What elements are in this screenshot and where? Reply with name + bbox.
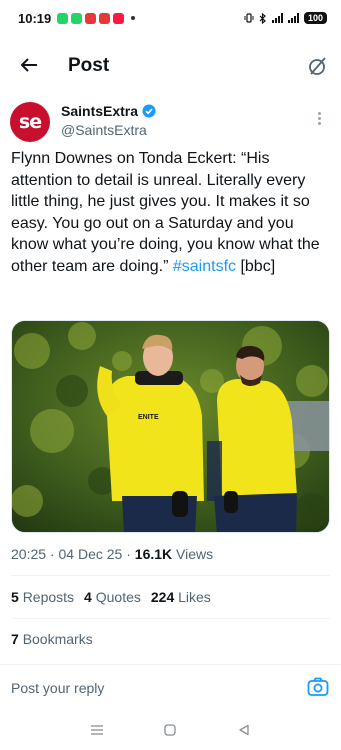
vibrate-icon: [244, 13, 254, 23]
menu-icon: [90, 725, 103, 735]
more-dot-icon: [317, 111, 321, 115]
views-label: Views: [172, 546, 214, 562]
camera-icon: [307, 677, 329, 696]
engagement-stats: 5 Reposts 4 Quotes 224 Likes: [11, 589, 211, 605]
hashtag-link[interactable]: #saintsfc: [173, 258, 236, 275]
bluetooth-icon: [259, 12, 266, 24]
whatsapp-icon: [71, 12, 83, 24]
battery-icon: 100: [303, 12, 327, 24]
quotes-label: Quotes: [95, 589, 141, 605]
system-nav-bar: [0, 710, 341, 750]
tweet-date: 04 Dec 25: [58, 546, 123, 562]
notification-icons: [57, 12, 136, 24]
signal-icon: [271, 13, 283, 23]
divider: [11, 618, 330, 619]
whatsapp-icon: [57, 12, 69, 24]
tweet-time: 20:25: [11, 546, 47, 562]
camera-button[interactable]: [306, 675, 330, 699]
likes-stat[interactable]: 224 Likes: [151, 589, 211, 605]
tweet-body: Flynn Downes on Tonda Eckert: “His atten…: [11, 150, 320, 275]
reposts-count: 5: [11, 589, 19, 605]
grok-icon: [309, 57, 326, 75]
tweet-text: Flynn Downes on Tonda Eckert: “His atten…: [11, 148, 333, 277]
grok-button[interactable]: [303, 52, 331, 80]
more-dot-icon: [317, 121, 321, 125]
quotes-stat[interactable]: 4 Quotes: [84, 589, 141, 605]
quotes-count: 4: [84, 589, 92, 605]
youtube-icon: [113, 12, 125, 24]
app-notification-icon: [85, 12, 97, 24]
likes-label: Likes: [178, 589, 211, 605]
photo-players-training: ENITE: [12, 321, 329, 532]
more-options-button[interactable]: [309, 108, 329, 128]
author-handle[interactable]: @SaintsExtra: [61, 122, 147, 138]
bookmarks-stat[interactable]: 7 Bookmarks: [11, 631, 93, 647]
author-display-name[interactable]: SaintsExtra: [61, 103, 138, 119]
tweet-source: [bbc]: [236, 257, 276, 275]
bookmarks-count: 7: [11, 631, 19, 647]
reposts-label: Reposts: [22, 589, 75, 605]
avatar[interactable]: se: [10, 102, 50, 142]
tweet-meta: 20:25 · 04 Dec 25 · 16.1K Views: [11, 546, 213, 562]
post-header: Post: [0, 44, 341, 88]
system-icons: 100: [244, 12, 327, 24]
status-time: 10:19: [18, 10, 52, 26]
bookmarks-label: Bookmarks: [22, 631, 93, 647]
more-dot-icon: [317, 116, 321, 120]
back-arrow-icon: [21, 58, 37, 72]
home-button[interactable]: [158, 718, 182, 742]
verified-badge-icon: [142, 104, 156, 118]
recent-apps-button[interactable]: [85, 718, 109, 742]
divider: [11, 575, 330, 576]
app-notification-icon: [99, 12, 111, 24]
likes-count: 224: [150, 589, 175, 605]
5g-signal-icon: [287, 13, 299, 23]
views-count: 16.1K: [134, 546, 173, 562]
back-button[interactable]: [14, 50, 44, 80]
back-triangle-icon: [239, 724, 249, 736]
page-title: Post: [68, 55, 110, 76]
system-back-button[interactable]: [232, 718, 256, 742]
home-square-icon: [164, 724, 177, 736]
meta-separator: ·: [122, 546, 135, 562]
reply-input[interactable]: [11, 677, 271, 699]
tweet-photo[interactable]: ENITE: [11, 320, 330, 533]
status-bar: 10:19 100: [0, 0, 341, 36]
shirt-sponsor-text: ENITE: [138, 414, 159, 421]
author-row: se SaintsExtra @SaintsExtra: [10, 100, 331, 146]
meta-separator: ·: [46, 546, 59, 562]
reply-bar: [0, 664, 341, 708]
reposts-stat[interactable]: 5 Reposts: [11, 589, 74, 605]
name-row: SaintsExtra: [61, 103, 156, 119]
more-notifications-icon: [131, 16, 136, 20]
